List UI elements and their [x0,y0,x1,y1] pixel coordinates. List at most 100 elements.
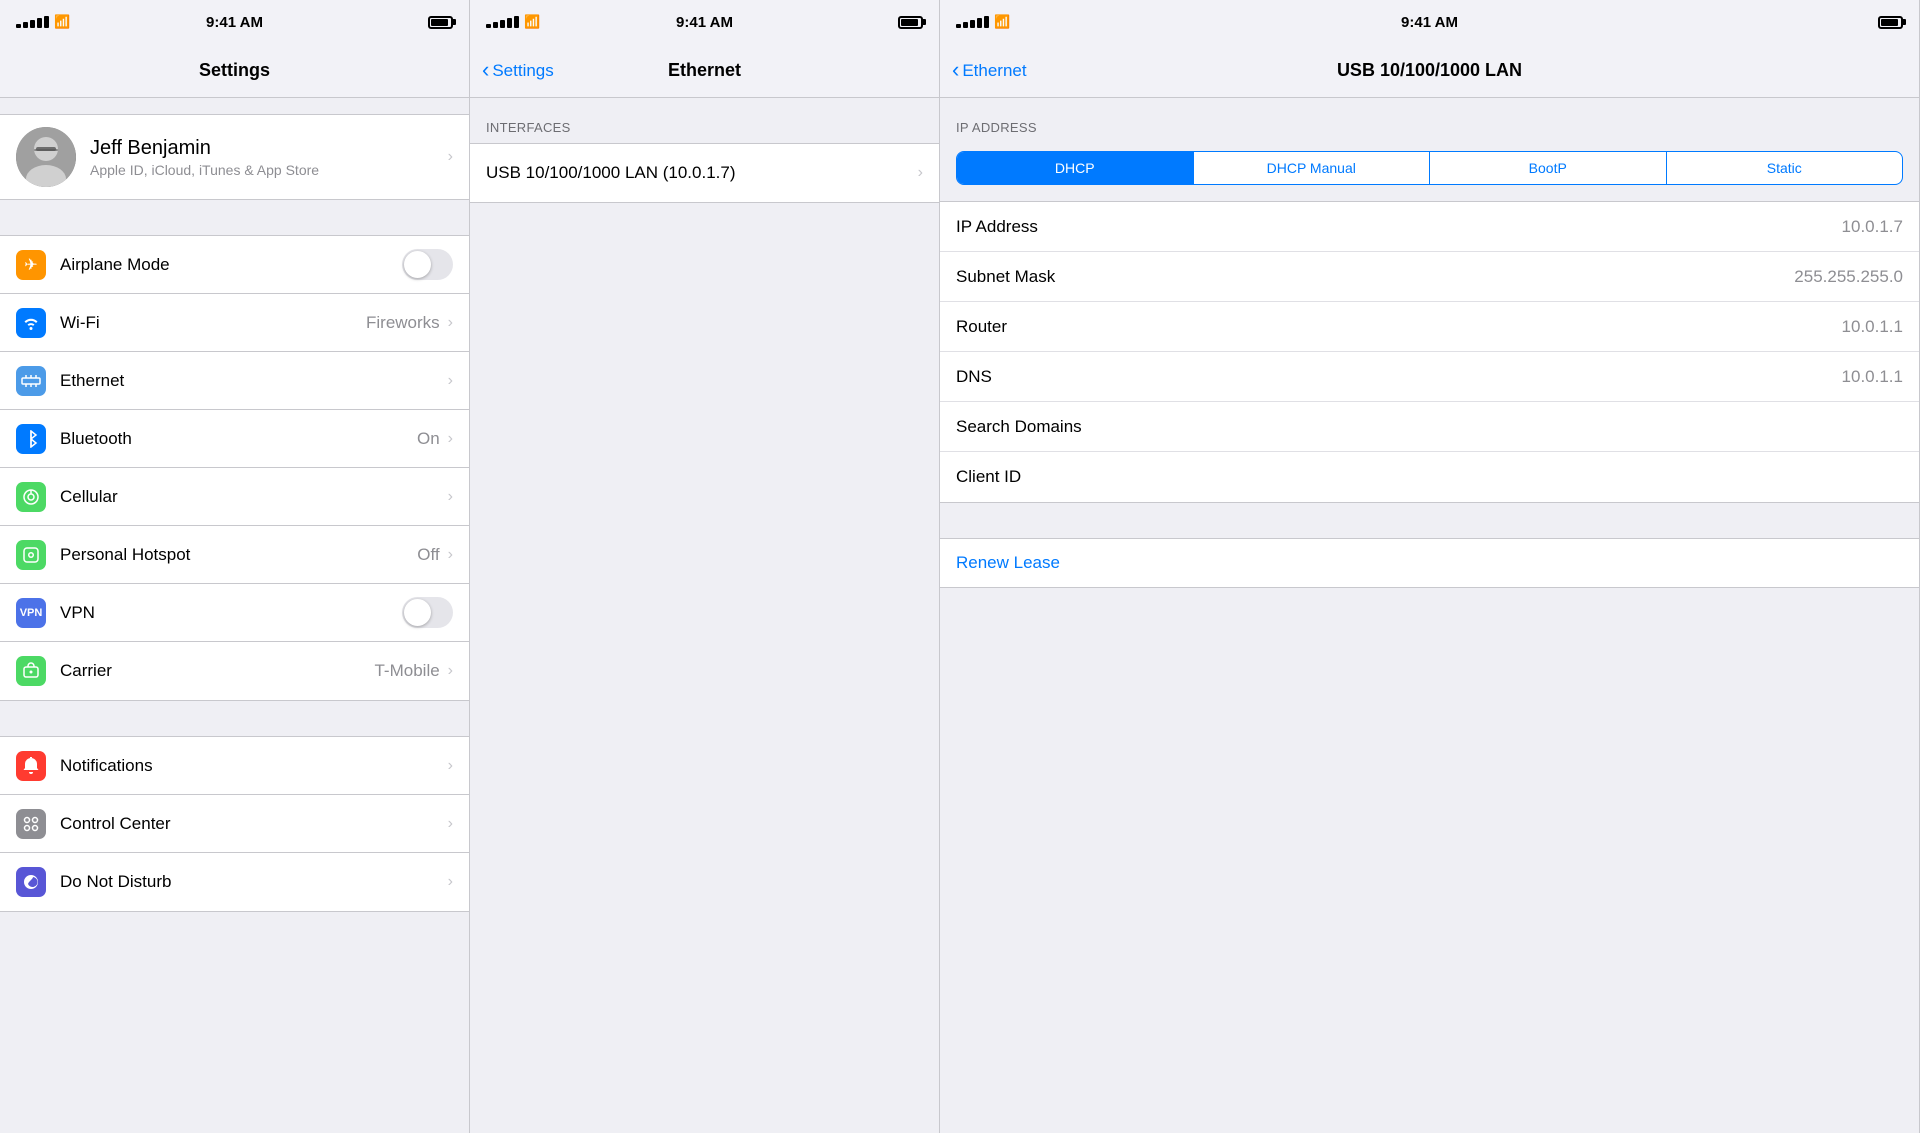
carrier-label: Carrier [60,661,374,681]
interfaces-group: USB 10/100/1000 LAN (10.0.1.7) › [470,143,939,203]
list-item-wifi[interactable]: Wi-Fi Fireworks › [0,294,469,352]
dns-value: 10.0.1.1 [1842,367,1903,387]
section-gap-2 [0,701,469,736]
wifi-chevron: › [448,314,453,332]
profile-chevron: › [448,148,453,166]
segment-bootp[interactable]: BootP [1430,152,1667,184]
wifi-settings-icon [16,308,46,338]
nav-bar-3: ‹ Ethernet USB 10/100/1000 LAN [940,44,1919,98]
do-not-disturb-icon [16,867,46,897]
interfaces-header: INTERFACES [470,98,939,143]
ethernet-icon [16,366,46,396]
notifications-chevron: › [448,757,453,775]
lan-panel: 📶 9:41 AM ‹ Ethernet USB 10/100/1000 LAN… [940,0,1920,1133]
renew-lease-label: Renew Lease [956,553,1060,573]
status-time-3: 9:41 AM [1401,14,1458,31]
avatar [16,127,76,187]
profile-info: Jeff Benjamin Apple ID, iCloud, iTunes &… [90,137,448,178]
search-domains-row: Search Domains [940,402,1919,452]
panel-2-empty [470,203,939,1133]
network-settings-group: ✈ Airplane Mode Wi-Fi Fireworks › [0,235,469,701]
vpn-icon: VPN [16,598,46,628]
list-item-vpn[interactable]: VPN VPN [0,584,469,642]
wifi-icon-3: 📶 [994,14,1010,30]
airplane-mode-icon: ✈ [16,250,46,280]
carrier-value: T-Mobile [374,661,439,681]
list-item-personal-hotspot[interactable]: Personal Hotspot Off › [0,526,469,584]
page-title-2: Ethernet [668,60,741,81]
signal-icon [16,16,49,28]
wifi-icon-2: 📶 [524,14,540,30]
segment-dhcp[interactable]: DHCP [957,152,1194,184]
airplane-mode-toggle[interactable] [402,249,453,280]
settings-panel: 📶 9:41 AM Settings [0,0,470,1133]
status-left-1: 📶 [16,14,70,30]
bluetooth-icon [16,424,46,454]
segment-dhcp-manual[interactable]: DHCP Manual [1194,152,1431,184]
bluetooth-label: Bluetooth [60,429,417,449]
list-item-cellular[interactable]: Cellular › [0,468,469,526]
back-label-3: Ethernet [962,61,1026,81]
back-button-2[interactable]: ‹ Settings [482,61,554,81]
profile-row[interactable]: Jeff Benjamin Apple ID, iCloud, iTunes &… [0,114,469,200]
carrier-chevron: › [448,662,453,680]
control-center-label: Control Center [60,814,448,834]
usb-lan-chevron: › [918,164,923,182]
panel-3-empty [940,588,1919,1133]
carrier-icon [16,656,46,686]
bluetooth-value: On [417,429,440,449]
hotspot-value: Off [417,545,439,565]
renew-lease-button[interactable]: Renew Lease [940,538,1919,588]
list-item-control-center[interactable]: Control Center › [0,795,469,853]
subnet-mask-row: Subnet Mask 255.255.255.0 [940,252,1919,302]
battery-icon-1 [428,16,453,29]
ip-mode-segmented-control[interactable]: DHCP DHCP Manual BootP Static [956,151,1903,185]
status-right-2 [898,16,923,29]
nav-bar-1: Settings [0,44,469,98]
list-item-bluetooth[interactable]: Bluetooth On › [0,410,469,468]
back-arrow-2: ‹ [482,59,489,81]
do-not-disturb-label: Do Not Disturb [60,872,448,892]
bluetooth-chevron: › [448,430,453,448]
profile-name: Jeff Benjamin [90,137,448,160]
signal-icon-2 [486,16,519,28]
hotspot-chevron: › [448,546,453,564]
control-center-chevron: › [448,815,453,833]
hotspot-icon [16,540,46,570]
usb-lan-item[interactable]: USB 10/100/1000 LAN (10.0.1.7) › [470,144,939,202]
notifications-label: Notifications [60,756,448,776]
airplane-mode-label: Airplane Mode [60,255,394,275]
list-item-carrier[interactable]: Carrier T-Mobile › [0,642,469,700]
ethernet-chevron: › [448,372,453,390]
notifications-icon [16,751,46,781]
section-gap-1 [0,200,469,235]
status-bar-3: 📶 9:41 AM [940,0,1919,44]
status-time-2: 9:41 AM [676,14,733,31]
list-item-notifications[interactable]: Notifications › [0,737,469,795]
ip-address-row: IP Address 10.0.1.7 [940,202,1919,252]
cellular-label: Cellular [60,487,448,507]
list-item-airplane-mode[interactable]: ✈ Airplane Mode [0,236,469,294]
back-button-3[interactable]: ‹ Ethernet [952,61,1027,81]
wifi-label: Wi-Fi [60,313,366,333]
list-item-do-not-disturb[interactable]: Do Not Disturb › [0,853,469,911]
vpn-toggle[interactable] [402,597,453,628]
segment-static[interactable]: Static [1667,152,1903,184]
client-id-label: Client ID [956,467,1021,487]
status-bar-2: 📶 9:41 AM [470,0,939,44]
control-center-icon [16,809,46,839]
status-left-2: 📶 [486,14,540,30]
status-bar-1: 📶 9:41 AM [0,0,469,44]
ethernet-label: Ethernet [60,371,448,391]
list-item-ethernet[interactable]: Ethernet › [0,352,469,410]
page-title-1: Settings [199,60,270,81]
renew-section: Renew Lease [940,538,1919,588]
status-left-3: 📶 [956,14,1010,30]
ip-address-label: IP Address [956,217,1038,237]
nav-bar-2: ‹ Settings Ethernet [470,44,939,98]
ethernet-panel: 📶 9:41 AM ‹ Settings Ethernet INTERFACES… [470,0,940,1133]
do-not-disturb-chevron: › [448,873,453,891]
router-value: 10.0.1.1 [1842,317,1903,337]
wifi-value: Fireworks [366,313,440,333]
dns-row: DNS 10.0.1.1 [940,352,1919,402]
